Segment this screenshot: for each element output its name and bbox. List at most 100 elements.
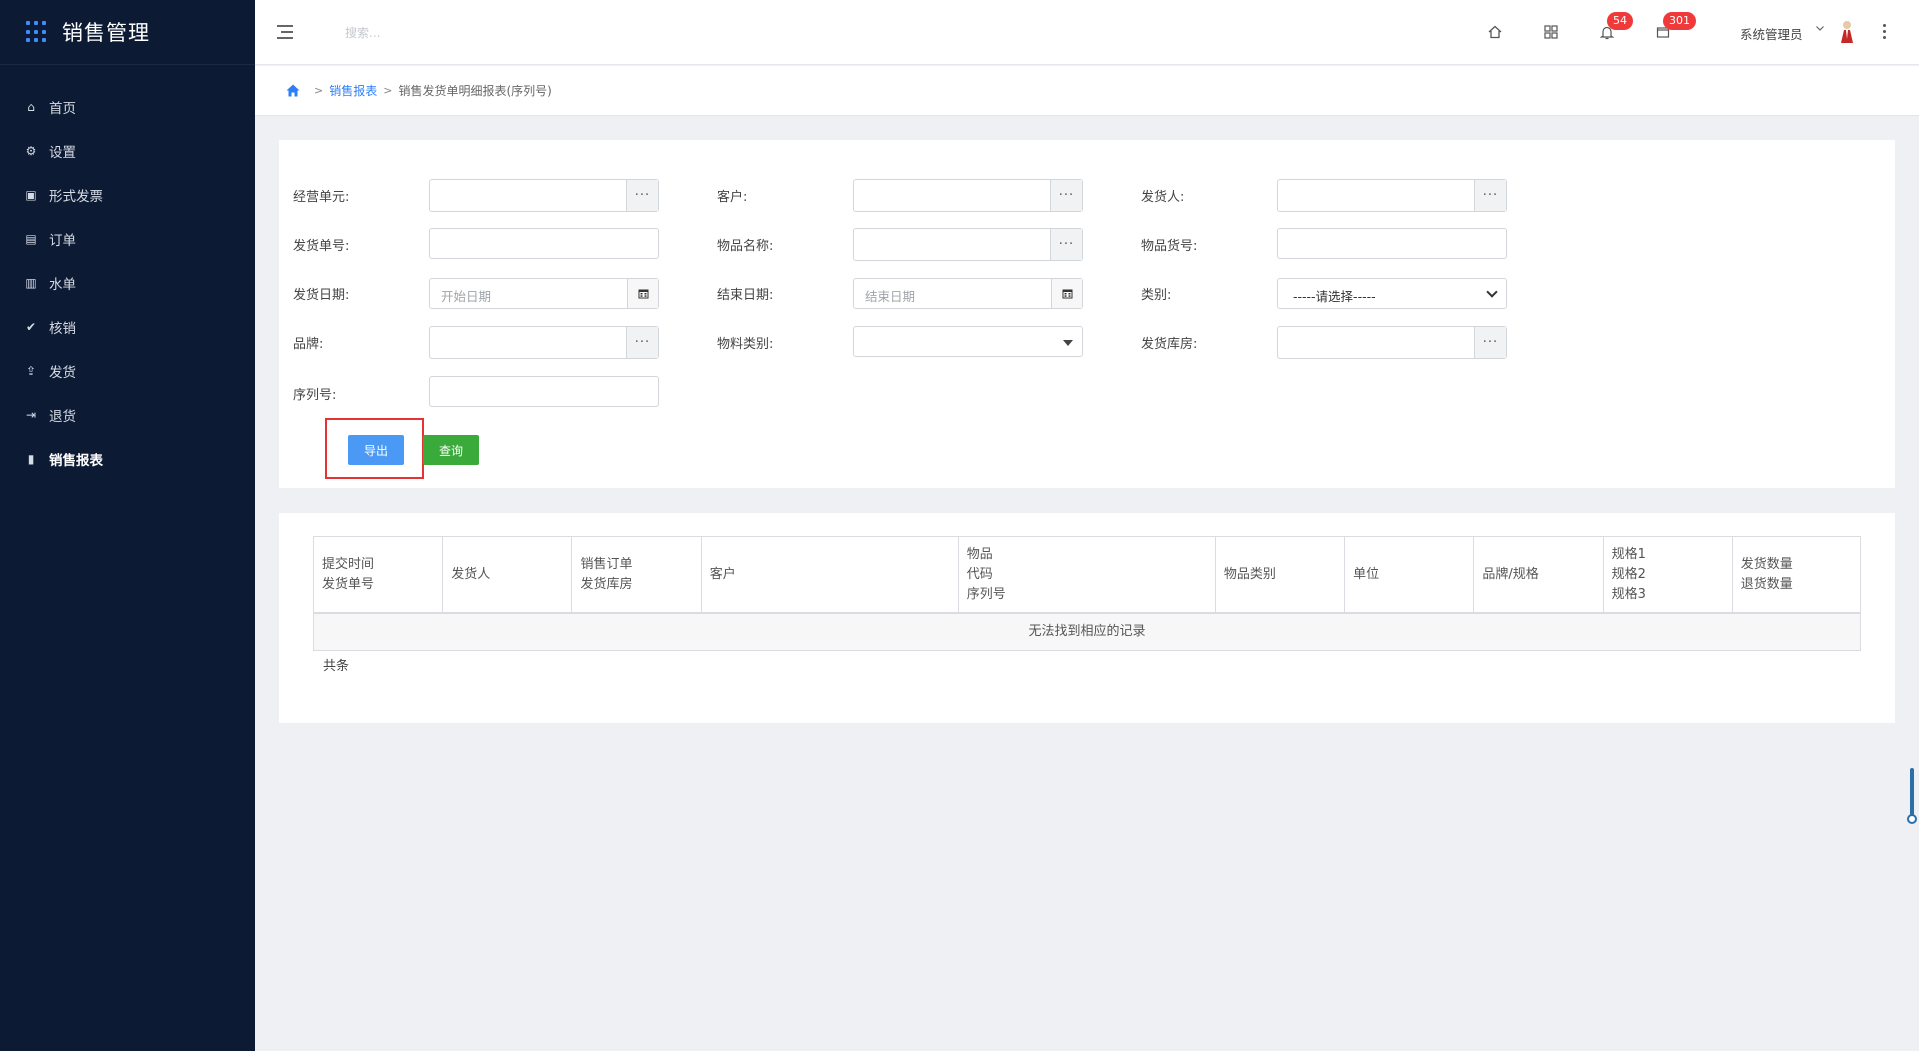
column-header[interactable]: 客户: [702, 537, 959, 612]
sidebar-item[interactable]: ▮ 销售报表: [0, 437, 255, 481]
column-header-line: 单位: [1353, 566, 1380, 582]
column-header[interactable]: 单位: [1345, 537, 1475, 612]
apps-grid-icon[interactable]: [26, 21, 48, 43]
sidebar-item[interactable]: ⇪ 发货: [0, 349, 255, 393]
sidebar-item-label: 首页: [49, 101, 76, 117]
empty-message: 无法找到相应的记录: [314, 614, 1860, 650]
item-code-input[interactable]: [1277, 228, 1507, 259]
column-header-line: 序列号: [966, 586, 1006, 602]
material-category-label: 物料类别:: [717, 337, 774, 352]
menu-toggle-icon[interactable]: [277, 22, 297, 42]
column-header[interactable]: 物品 代码 序列号: [959, 537, 1216, 612]
category-label: 类别:: [1141, 288, 1172, 303]
check-circle-icon: ✔: [25, 320, 37, 334]
sidebar-item[interactable]: ⚙ 设置: [0, 129, 255, 173]
calendar-icon[interactable]: [1051, 279, 1082, 308]
warehouse-label: 发货库房:: [1141, 337, 1198, 352]
sidebar-item[interactable]: ▥ 水单: [0, 261, 255, 305]
column-header-line: 提交时间: [322, 556, 375, 572]
item-code-label: 物品货号:: [1141, 239, 1198, 254]
sidebar-item[interactable]: ⇥ 退货: [0, 393, 255, 437]
invoice-icon: ▣: [25, 188, 37, 202]
chevron-down-icon[interactable]: [1815, 23, 1825, 36]
column-header-line: 规格2: [1611, 566, 1646, 582]
end-date-input[interactable]: 结束日期: [853, 278, 1083, 309]
sidebar-nav: ⌂ 首页 ⚙ 设置 ▣ 形式发票 ▤ 订单 ▥ 水单 ✔ 核销 ⇪ 发货 ⇥ 退货 ▮ 销售报表: [0, 65, 255, 481]
sidebar-item-label: 设置: [49, 145, 76, 161]
category-select-value: -----请选择-----: [1293, 289, 1376, 304]
chevron-down-icon: [1486, 286, 1498, 298]
notification-badge: 54: [1607, 12, 1633, 30]
more-vertical-icon[interactable]: [1883, 24, 1887, 40]
serial-no-input[interactable]: [429, 376, 659, 407]
ship-date-label: 发货日期:: [293, 288, 350, 303]
column-header-line: 发货库房: [580, 576, 633, 592]
ship-date-placeholder: 开始日期: [441, 289, 492, 304]
breadcrumb-link[interactable]: 销售报表: [329, 82, 377, 99]
export-button[interactable]: 导出: [348, 435, 404, 465]
sidebar-item[interactable]: ▣ 形式发票: [0, 173, 255, 217]
breadcrumb-separator: >: [383, 84, 393, 97]
home-icon[interactable]: [1485, 22, 1505, 42]
calendar-icon[interactable]: [627, 279, 658, 308]
table-footer: 共条: [323, 659, 350, 674]
customer-label: 客户:: [717, 190, 748, 205]
results-panel: 提交时间 发货单号 发货人 销售订单 发货库房 客户 物品 代码 序列号 物品类别 单位 品牌/规格 规…: [279, 513, 1895, 723]
column-header[interactable]: 发货人: [443, 537, 573, 612]
receipt-icon: ▥: [25, 276, 37, 290]
customer-picker[interactable]: ···: [853, 179, 1083, 212]
home-icon[interactable]: [286, 84, 300, 98]
business-unit-picker[interactable]: ···: [429, 179, 659, 212]
sidebar-item-label: 核销: [49, 321, 76, 337]
breadcrumb: > 销售报表 > 销售发货单明细报表(序列号): [255, 66, 1919, 116]
column-header-line: 发货数量: [1740, 556, 1793, 572]
query-button[interactable]: 查询: [423, 435, 479, 465]
column-header[interactable]: 发货数量 退货数量: [1733, 537, 1860, 612]
end-date-label: 结束日期:: [717, 288, 774, 303]
breadcrumb-current: 销售发货单明细报表(序列号): [398, 84, 552, 98]
avatar[interactable]: [1838, 19, 1856, 45]
sidebar-item[interactable]: ⌂ 首页: [0, 85, 255, 129]
column-header-line: 发货人: [451, 566, 491, 582]
brand-picker[interactable]: ···: [429, 326, 659, 359]
ellipsis-icon[interactable]: ···: [626, 180, 658, 211]
material-category-select[interactable]: [853, 326, 1083, 357]
column-header[interactable]: 品牌/规格: [1474, 537, 1604, 612]
warehouse-picker[interactable]: ···: [1277, 326, 1507, 359]
scrollbar-thumb[interactable]: [1910, 768, 1914, 820]
caret-down-icon: [1063, 340, 1073, 346]
results-table: 提交时间 发货单号 发货人 销售订单 发货库房 客户 物品 代码 序列号 物品类别 单位 品牌/规格 规…: [313, 536, 1861, 651]
brand-label: 品牌:: [293, 337, 324, 352]
grid-icon[interactable]: [1541, 22, 1561, 42]
ellipsis-icon[interactable]: ···: [1050, 180, 1082, 211]
scrollbar-handle[interactable]: [1907, 814, 1917, 824]
sidebar-item[interactable]: ✔ 核销: [0, 305, 255, 349]
column-header[interactable]: 规格1 规格2 规格3: [1604, 537, 1733, 612]
ellipsis-icon[interactable]: ···: [1474, 180, 1506, 211]
user-name[interactable]: 系统管理员: [1740, 24, 1803, 43]
sidebar-item-label: 销售报表: [49, 453, 103, 469]
column-header-line: 规格1: [1611, 546, 1646, 562]
top-header: 54 301 系统管理员: [255, 0, 1919, 65]
column-header[interactable]: 销售订单 发货库房: [572, 537, 702, 612]
delivery-no-input[interactable]: [429, 228, 659, 259]
column-header[interactable]: 物品类别: [1216, 537, 1346, 612]
bar-chart-icon: ▮: [27, 452, 35, 466]
message-icon[interactable]: 301: [1653, 12, 1696, 42]
shipper-picker[interactable]: ···: [1277, 179, 1507, 212]
column-header[interactable]: 提交时间 发货单号: [314, 537, 444, 612]
category-select[interactable]: -----请选择-----: [1277, 278, 1507, 309]
ellipsis-icon[interactable]: ···: [1050, 229, 1082, 260]
ship-date-input[interactable]: 开始日期: [429, 278, 659, 309]
search-input[interactable]: [345, 20, 605, 46]
item-name-picker[interactable]: ···: [853, 228, 1083, 261]
sidebar-item[interactable]: ▤ 订单: [0, 217, 255, 261]
end-date-placeholder: 结束日期: [865, 289, 916, 304]
bell-icon[interactable]: 54: [1597, 12, 1633, 42]
column-header-line: 品牌/规格: [1482, 566, 1539, 582]
ellipsis-icon[interactable]: ···: [626, 327, 658, 358]
ellipsis-icon[interactable]: ···: [1474, 327, 1506, 358]
delivery-no-label: 发货单号:: [293, 239, 350, 254]
column-header-line: 客户: [709, 566, 736, 582]
gear-icon: ⚙: [25, 144, 37, 158]
